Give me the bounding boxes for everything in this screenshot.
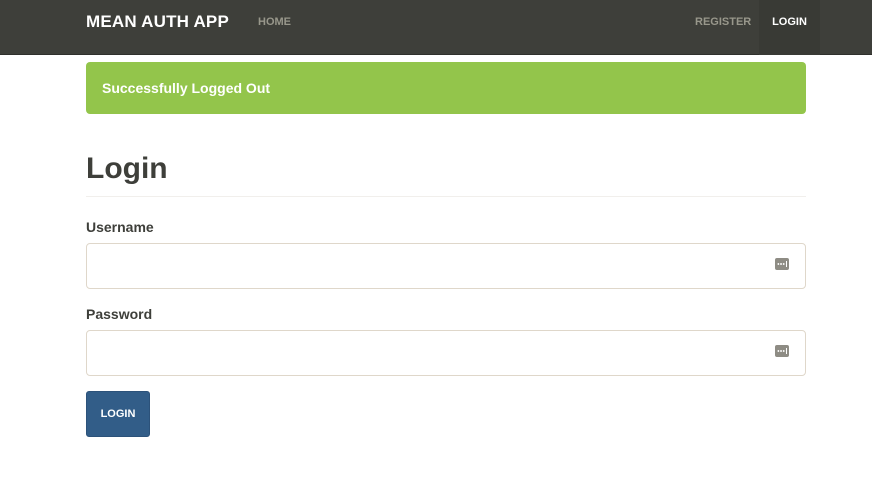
password-input[interactable]	[86, 330, 806, 376]
password-manager-icon[interactable]	[775, 258, 789, 270]
nav-login-link[interactable]: LOGIN	[759, 0, 820, 55]
page-title: Login	[86, 152, 168, 185]
nav-register-link[interactable]: REGISTER	[695, 0, 751, 44]
password-manager-icon[interactable]	[775, 345, 789, 357]
nav-home-link[interactable]: HOME	[258, 0, 291, 44]
password-label: Password	[86, 306, 153, 322]
title-divider	[86, 196, 806, 197]
username-label: Username	[86, 219, 154, 235]
alert-message: Successfully Logged Out	[102, 80, 271, 96]
success-alert: Successfully Logged Out	[86, 62, 806, 114]
username-input[interactable]	[86, 243, 806, 289]
login-submit-button[interactable]: LOGIN	[86, 391, 150, 437]
top-navbar: MEAN AUTH APP HOME REGISTER LOGIN	[0, 0, 872, 55]
brand-link[interactable]: MEAN AUTH APP	[86, 0, 229, 44]
